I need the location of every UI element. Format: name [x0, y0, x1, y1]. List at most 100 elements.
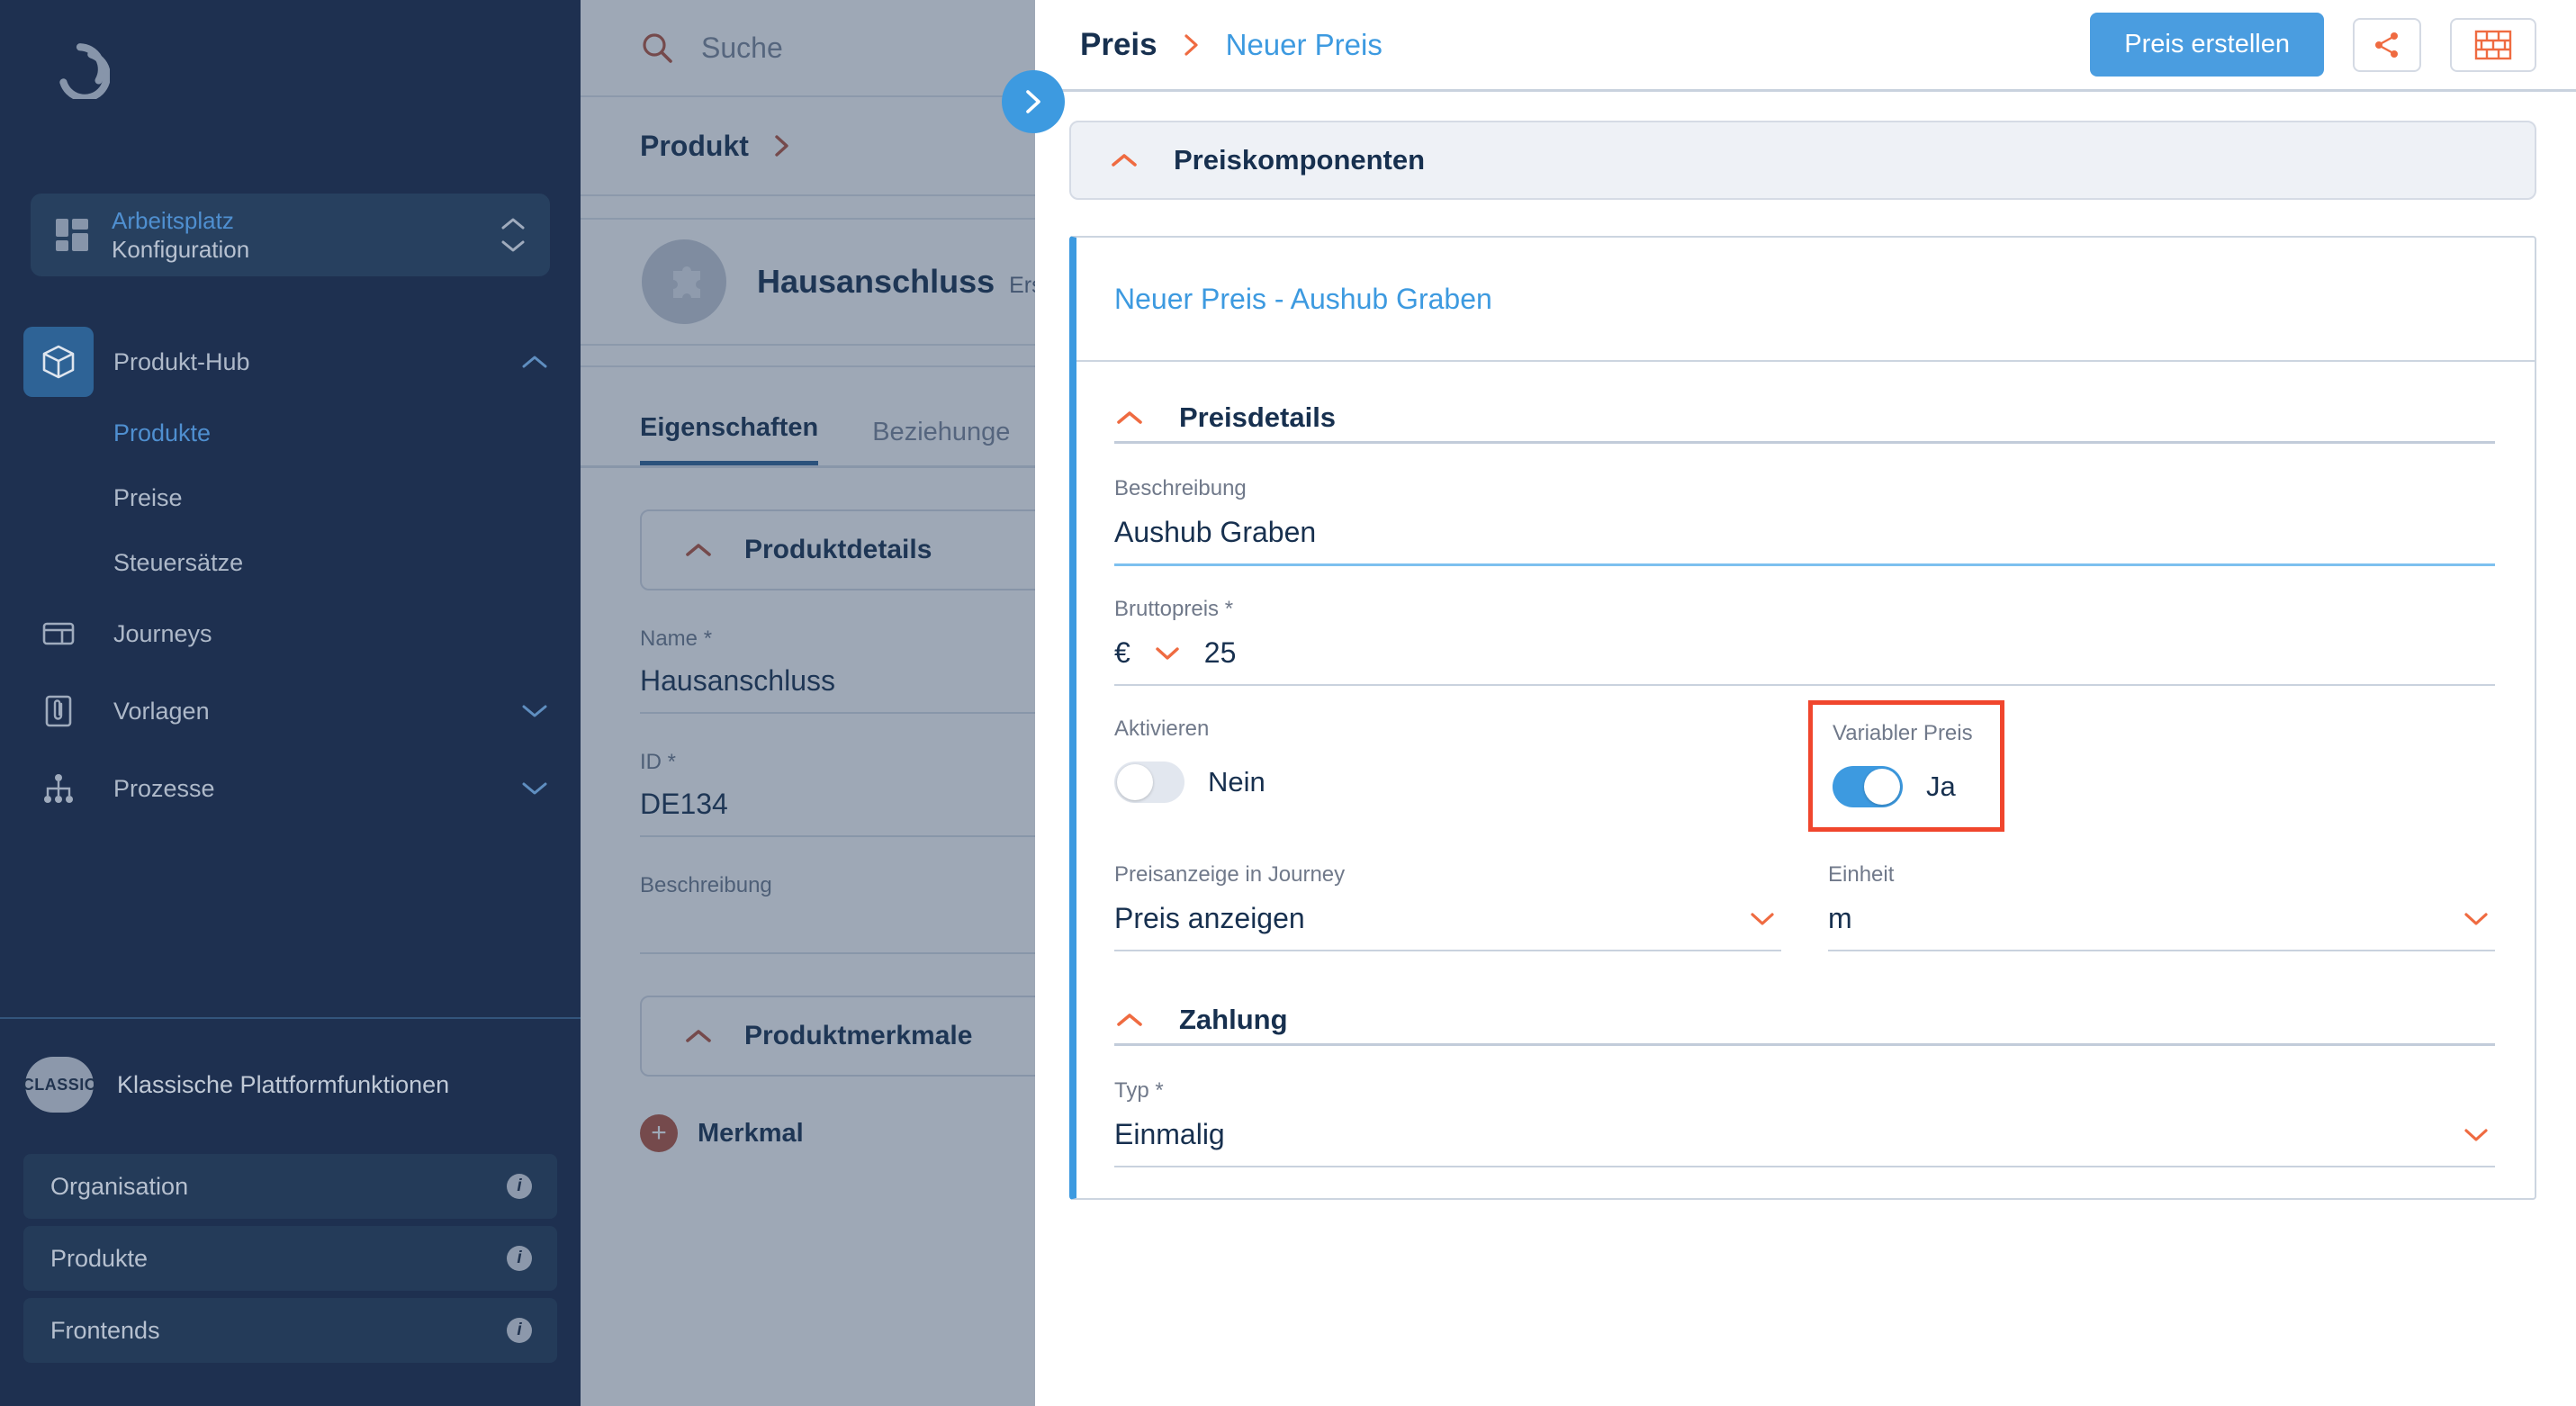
variable-price-toggle[interactable]	[1833, 766, 1903, 807]
share-icon	[2375, 32, 2398, 58]
workspace-text: Arbeitsplatz Konfiguration	[112, 206, 478, 265]
sidebar-subitem-label: Preise	[113, 483, 183, 511]
sidebar-nav: Produkt-Hub Produkte Preise Steuersätze	[0, 323, 581, 827]
add-merkmal-button[interactable]: + Merkmal	[640, 1114, 1035, 1152]
chevron-down-icon[interactable]	[519, 702, 550, 720]
field-label: Typ *	[1114, 1078, 1164, 1103]
chevron-up-icon[interactable]	[519, 353, 550, 371]
type-select[interactable]: Einmalig	[1114, 1118, 2495, 1167]
variable-price-group: Variabler Preis Ja	[1805, 700, 2495, 832]
panel-spacer-2	[581, 346, 1035, 367]
breadcrumb-root[interactable]: Preis	[1080, 27, 1157, 63]
journey-icon-box	[23, 599, 94, 669]
unit-group: Einheit m	[1805, 862, 2495, 951]
tab-eigenschaften[interactable]: Eigenschaften	[640, 413, 819, 465]
info-icon[interactable]: i	[507, 1246, 532, 1271]
plus-icon: +	[640, 1114, 678, 1152]
info-icon[interactable]: i	[507, 1174, 532, 1199]
unit-select[interactable]: m	[1828, 902, 2495, 951]
field-label: Beschreibung	[1114, 476, 1247, 500]
expand-panel-button[interactable]	[1002, 70, 1065, 133]
sidebar-item-steuersaetze[interactable]: Steuersätze	[0, 530, 581, 595]
activate-toggle[interactable]	[1114, 762, 1184, 803]
journey-display-select[interactable]: Preis anzeigen	[1114, 902, 1781, 951]
classic-platform-header[interactable]: CLASSIC Klassische Plattformfunktionen	[0, 1044, 581, 1125]
chevron-down-icon[interactable]	[519, 780, 550, 798]
template-icon-box	[23, 676, 94, 746]
type-value: Einmalig	[1114, 1118, 1225, 1150]
create-price-button[interactable]: Preis erstellen	[2090, 13, 2324, 77]
sidebar-item-vorlagen[interactable]: Vorlagen	[0, 672, 581, 750]
sidebar-item-organisation[interactable]: Organisation i	[23, 1154, 557, 1219]
add-merkmal-label: Merkmal	[698, 1118, 804, 1148]
field-label: Aktivieren	[1114, 717, 1210, 741]
template-icon	[45, 695, 72, 727]
field-label: Beschreibung	[640, 873, 772, 897]
tab-beziehungen[interactable]: Beziehunge	[872, 418, 1010, 465]
field-label: Bruttopreis *	[1114, 597, 1234, 621]
price-component-card: Neuer Preis - Aushub Graben Preisdetails…	[1069, 236, 2536, 1200]
sidebar-item-produkt-hub[interactable]: Produkt-Hub	[0, 323, 581, 401]
sidebar-item-label: Produkt-Hub	[113, 347, 250, 375]
share-button[interactable]	[2353, 17, 2421, 72]
sidebar-item-label: Journeys	[113, 619, 212, 647]
component-header[interactable]: Neuer Preis - Aushub Graben	[1076, 238, 2535, 362]
field-label: Preisanzeige in Journey	[1114, 862, 1346, 887]
cube-icon	[42, 345, 75, 379]
workspace-chevrons[interactable]	[500, 216, 527, 254]
cube-icon-box	[23, 327, 94, 397]
grid-icon	[56, 219, 88, 251]
journey-display-group: Preisanzeige in Journey Preis anzeigen	[1114, 862, 1805, 951]
section-zahlung[interactable]: Zahlung	[1114, 1004, 2495, 1036]
chevron-down-icon	[2464, 1128, 2488, 1141]
chevron-down-icon	[501, 240, 525, 252]
logo-container[interactable]	[0, 0, 581, 104]
sidebar-item-prozesse[interactable]: Prozesse	[0, 750, 581, 827]
breadcrumb-current[interactable]: Neuer Preis	[1226, 28, 1383, 62]
sidebar-subitem-label: Produkte	[113, 419, 212, 446]
field-beschreibung: Beschreibung Aushub Graben	[1114, 476, 2495, 566]
field-label: Einheit	[1828, 862, 1895, 887]
field-value[interactable]	[640, 911, 1035, 954]
section-produktmerkmale[interactable]: Produktmerkmale	[640, 996, 1035, 1077]
section-preiskomponenten[interactable]: Preiskomponenten	[1069, 121, 2536, 200]
classic-title: Klassische Plattformfunktionen	[117, 1070, 450, 1098]
sidebar-item-frontends[interactable]: Frontends i	[23, 1298, 557, 1363]
brick-wall-button[interactable]	[2450, 17, 2536, 72]
section-preisdetails[interactable]: Preisdetails	[1114, 401, 2495, 434]
toggle-knob	[1117, 764, 1153, 800]
workspace-switcher[interactable]: Arbeitsplatz Konfiguration	[31, 194, 550, 276]
product-title-row: Hausanschluss Ers	[581, 220, 1035, 346]
sidebar-item-preise[interactable]: Preise	[0, 465, 581, 530]
process-icon-box	[23, 753, 94, 824]
main-sidebar: Arbeitsplatz Konfiguration Produkt-Hub P…	[0, 0, 581, 1406]
section-produktdetails[interactable]: Produktdetails	[640, 509, 1035, 590]
gross-price-input[interactable]: 25	[1204, 636, 1237, 670]
workspace-mode: Konfiguration	[112, 236, 250, 263]
product-panel-content: Suche Produkt Hausanschluss Ers	[581, 0, 1035, 1152]
sidebar-item-journeys[interactable]: Journeys	[0, 595, 581, 672]
search-input[interactable]: Suche	[701, 32, 783, 65]
field-value[interactable]: DE134	[640, 788, 1035, 837]
section-label: Preisdetails	[1179, 401, 1337, 433]
sidebar-item-produkte[interactable]: Produkte	[0, 401, 581, 465]
gross-price-row[interactable]: € 25	[1114, 636, 2495, 686]
app-logo	[59, 43, 111, 103]
chevron-down-icon	[1751, 912, 1774, 925]
product-breadcrumb[interactable]: Produkt	[581, 97, 1035, 196]
component-title: Neuer Preis - Aushub Graben	[1114, 282, 1492, 315]
variable-toggle-row[interactable]: Ja	[1833, 766, 1973, 807]
sidebar-item-classic-produkte[interactable]: Produkte i	[23, 1226, 557, 1291]
info-icon[interactable]: i	[507, 1318, 532, 1343]
activate-toggle-row[interactable]: Nein	[1114, 762, 1805, 803]
description-input[interactable]: Aushub Graben	[1114, 516, 2495, 566]
search-bar[interactable]: Suche	[581, 0, 1035, 97]
activate-group: Aktivieren Nein	[1114, 717, 1805, 832]
search-icon	[643, 33, 672, 63]
field-value[interactable]: Hausanschluss	[640, 664, 1035, 714]
section-label: Produktmerkmale	[744, 1021, 973, 1050]
product-tabs: Eigenschaften Beziehunge	[581, 367, 1035, 468]
field-name: Name * Hausanschluss	[640, 626, 1035, 714]
sidebar-divider	[0, 1017, 581, 1019]
chevron-down-icon[interactable]	[1154, 644, 1181, 662]
